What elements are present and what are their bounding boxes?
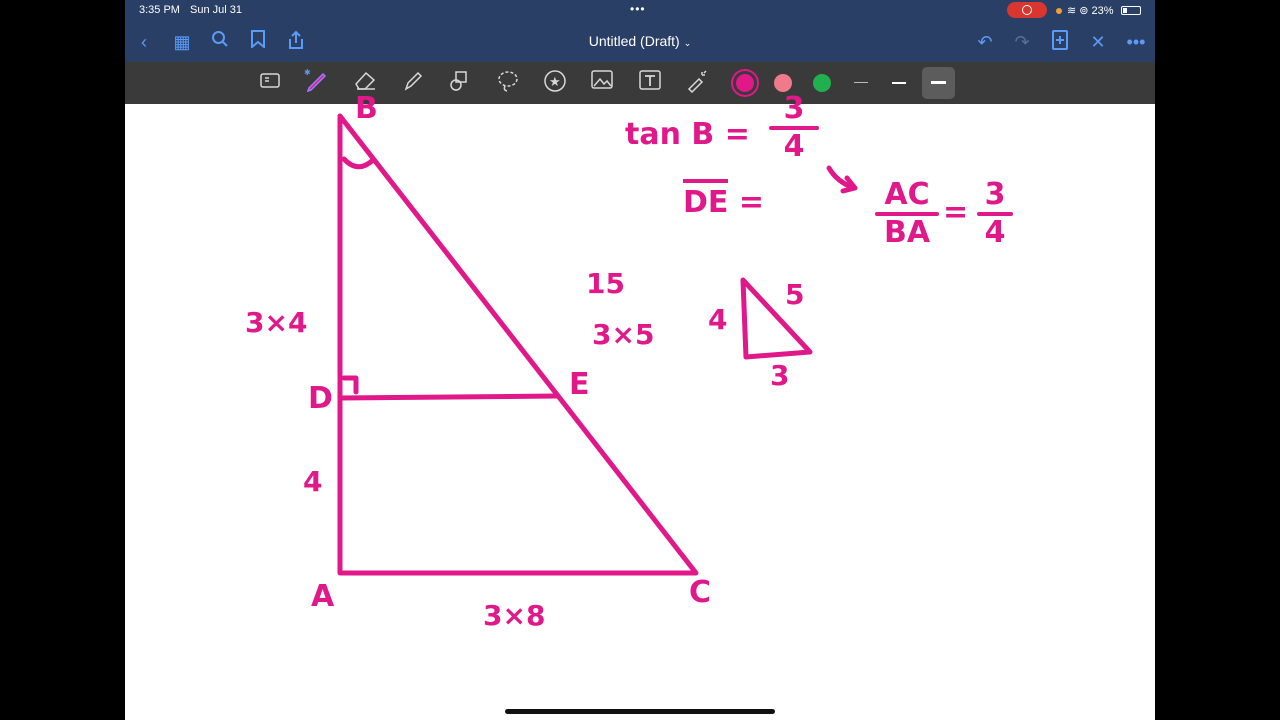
- shapes-icon[interactable]: [446, 69, 474, 97]
- highlighter-icon[interactable]: [399, 69, 427, 97]
- note-canvas[interactable]: B D E A C 3×4 4 15 3×5 3×8 tan B = 3 4 D…: [125, 94, 1155, 720]
- tan-b-denominator: 4: [783, 129, 805, 164]
- ratio-numerator: AC: [884, 177, 930, 212]
- svg-text:✱: ✱: [304, 69, 311, 77]
- read-mode-icon[interactable]: [256, 69, 284, 97]
- small-tri-side-5: 5: [785, 278, 805, 311]
- mic-indicator-icon: [1056, 8, 1062, 14]
- text-tool-icon[interactable]: [636, 69, 664, 97]
- status-bar: 3:35 PM Sun Jul 31 ••• ≋ ⊚ 23%: [125, 0, 1155, 22]
- document-title-text[interactable]: Untitled (Draft): [589, 33, 680, 49]
- side-ad-length: 4: [303, 465, 323, 498]
- vertex-label-a: A: [311, 579, 335, 614]
- small-tri-side-4: 4: [708, 303, 728, 336]
- elements-star-icon[interactable]: ★: [541, 69, 569, 97]
- stroke-thick[interactable]: [931, 81, 946, 84]
- color-swatch-magenta[interactable]: [736, 74, 754, 92]
- vertex-label-c: C: [689, 575, 712, 610]
- small-tri-side-3: 3: [770, 359, 790, 392]
- chevron-down-icon[interactable]: ⌄: [684, 38, 692, 48]
- tan-b-numerator: 3: [783, 91, 805, 126]
- undo-icon[interactable]: ↶: [973, 30, 997, 54]
- de-equals: =: [738, 185, 764, 220]
- vertex-label-e: E: [569, 367, 590, 402]
- vertex-label-b: B: [355, 91, 378, 126]
- multitask-dots-icon[interactable]: •••: [630, 2, 646, 16]
- de-expression: DE =: [683, 179, 764, 220]
- vertex-label-d: D: [308, 381, 333, 416]
- redo-icon[interactable]: ↷: [1010, 30, 1034, 54]
- svg-text:★: ★: [549, 74, 561, 89]
- wifi-icon: ≋ ⊚ 23%: [1067, 5, 1114, 17]
- pen-icon[interactable]: ✱: [303, 68, 331, 97]
- ratio-denominator: BA: [883, 215, 931, 250]
- tool-bar: ✱ ★: [125, 62, 1155, 104]
- color-swatch-pink[interactable]: [774, 74, 792, 92]
- lasso-icon[interactable]: [494, 69, 522, 97]
- battery-percent: 23%: [1091, 5, 1114, 17]
- color-swatch-green[interactable]: [813, 74, 831, 92]
- add-page-icon[interactable]: [1048, 30, 1072, 54]
- document-title[interactable]: Untitled (Draft) ⌄: [125, 33, 1155, 49]
- ratio-result-numerator: 3: [984, 177, 1006, 212]
- more-icon[interactable]: •••: [1124, 30, 1148, 54]
- hypotenuse-factor: 3×5: [592, 318, 655, 351]
- stroke-thin[interactable]: [854, 82, 868, 83]
- status-date: Sun Jul 31: [190, 4, 242, 16]
- three-fourths-fraction: 3 4: [977, 180, 1013, 248]
- close-icon[interactable]: ✕: [1086, 30, 1110, 54]
- home-indicator[interactable]: [505, 709, 775, 714]
- laser-pointer-icon[interactable]: [683, 69, 711, 97]
- stroke-medium[interactable]: [892, 82, 906, 84]
- nav-bar: ‹ ▦ Untitled (Draft) ⌄ ↶ ↷ ✕ •••: [125, 22, 1155, 62]
- tan-b-lhs: tan B =: [625, 117, 750, 152]
- image-icon[interactable]: [588, 69, 616, 97]
- side-bd-length: 3×4: [245, 306, 308, 339]
- hypotenuse-value: 15: [586, 267, 625, 300]
- side-ac-length: 3×8: [483, 599, 546, 632]
- tan-b-fraction: 3 4: [769, 94, 819, 162]
- de-variable: DE: [683, 179, 729, 220]
- ratio-result-denominator: 4: [984, 215, 1006, 250]
- ipad-screen: 3:35 PM Sun Jul 31 ••• ≋ ⊚ 23% ‹ ▦ Untit…: [125, 0, 1155, 720]
- battery-icon: [1121, 6, 1141, 15]
- ratio-equals: =: [943, 195, 969, 230]
- screen-recording-icon[interactable]: [1007, 2, 1047, 18]
- status-time: 3:35 PM: [139, 4, 180, 16]
- ac-over-ba-fraction: AC BA: [875, 180, 939, 248]
